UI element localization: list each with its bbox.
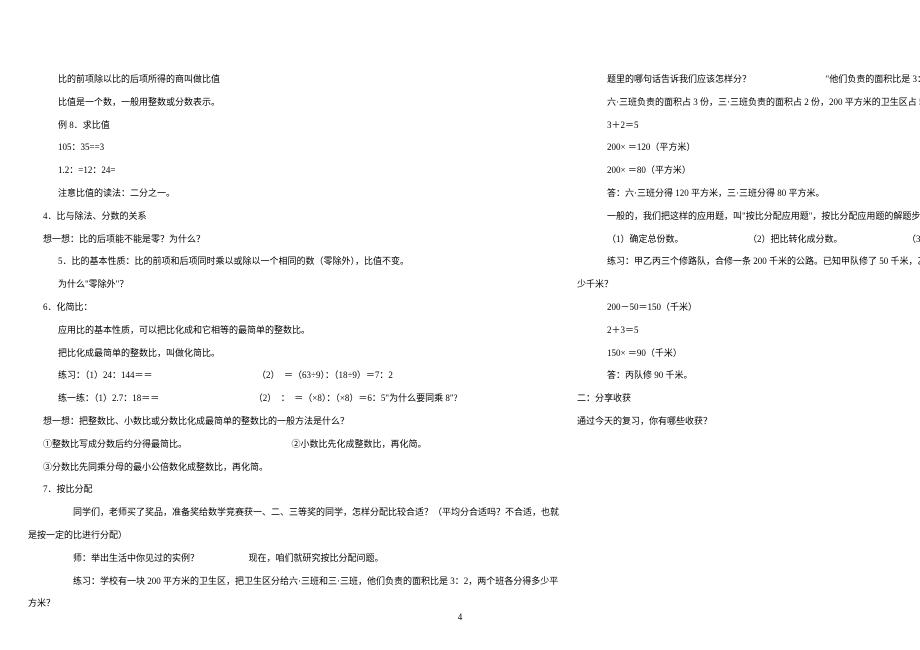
text-line: 一般的，我们把这样的应用题，叫"按比分配应用题"，按比分配应用题的解题步骤是什么… (577, 207, 920, 227)
text-line: 5．比的基本性质：比的前项和后项同时乘以或除以一个相同的数（零除外），比值不变。 (28, 252, 559, 272)
text-span: （3）求一个数的几分之几是多少。 (907, 234, 920, 244)
text-span: 现在，咱们就研究按比分配问题。 (249, 553, 384, 563)
text-line: 通过今天的复习，你有哪些收获？ (577, 412, 920, 432)
text-line: 150× ＝90（千米） (577, 344, 920, 364)
text-span: （2） ＝（63÷9）：（18÷9）＝7：2 (257, 370, 393, 380)
text-line: （1）确定总份数。 （2）把比转化成分数。 （3）求一个数的几分之几是多少。 (577, 230, 920, 250)
text-span: （2）把比转化成分数。 (748, 234, 843, 244)
text-line: 105：35==3 (28, 138, 559, 158)
text-line: 3＋2＝5 (577, 116, 920, 136)
text-line: 想一想：比的后项能不能是零？为什么？ (28, 230, 559, 250)
text-line: 同学们，老师买了奖品，准备奖给数学竞赛获一、二、三等奖的同学，怎样分配比较合适？… (28, 503, 559, 523)
text-line: ③分数比先同乘分母的最小公倍数化成整数比，再化简。 (28, 458, 559, 478)
text-line: 答：丙队修 90 千米。 (577, 366, 920, 386)
text-span: "他们负责的面积比是 3：2"，是什么意思？ (826, 74, 920, 84)
text-span: ②小数比先化成整数比，再化简。 (292, 439, 427, 449)
text-line: 应用比的基本性质，可以把比化成和它相等的最简单的整数比。 (28, 321, 559, 341)
text-line: 2＋3＝5 (577, 321, 920, 341)
text-line: 方米？ (28, 594, 559, 614)
text-line: 7．按比分配 (28, 480, 559, 500)
text-line: 想一想：把整数比、小数比或分数比化成最简单的整数比的一般方法是什么？ (28, 412, 559, 432)
text-line: 4．比与除法、分数的关系 (28, 207, 559, 227)
text-span: 师：举出生活中你见过的实例？ (73, 553, 199, 563)
text-line: 6．化简比： (28, 298, 559, 318)
text-line: 师：举出生活中你见过的实例？ 现在，咱们就研究按比分配问题。 (28, 549, 559, 569)
text-line: 例 8．求比值 (28, 116, 559, 136)
text-line: 少千米？ (577, 275, 920, 295)
text-line: 注意比值的读法：二分之一。 (28, 184, 559, 204)
text-span: （2） ： ＝（×8）：（×8）＝6：5"为什么要同乘 8"? (254, 393, 458, 403)
text-span: 练一练：（1）2.7：18＝＝ (58, 393, 159, 403)
text-line: 练习：学校有一块 200 平方米的卫生区，把卫生区分给六·三班和三·三班，他们负… (28, 572, 559, 592)
page-number: 4 (458, 612, 463, 622)
text-line: 是按一定的比进行分配） (28, 526, 559, 546)
text-line: 练一练：（1）2.7：18＝＝ （2） ： ＝（×8）：（×8）＝6：5"为什么… (28, 389, 559, 409)
text-line: 200× ＝120（平方米） (577, 138, 920, 158)
text-span: 练习：（1）24：144＝＝ (58, 370, 153, 380)
text-line: 比值是一个数，一般用整数或分数表示。 (28, 93, 559, 113)
text-line: 200× ＝80（平方米） (577, 161, 920, 181)
page-container: 比的前项除以比的后项所得的商叫做比值 比值是一个数，一般用整数或分数表示。 例 … (0, 0, 920, 637)
text-line: 把比化成最简单的整数比，叫做化简比。 (28, 344, 559, 364)
left-column: 比的前项除以比的后项所得的商叫做比值 比值是一个数，一般用整数或分数表示。 例 … (28, 70, 559, 617)
text-span: ①整数比写成分数后约分得最简比。 (43, 439, 187, 449)
text-line: 练习：甲乙丙三个修路队，合修一条 200 千米的公路。已知甲队修了 50 千米，… (577, 252, 920, 272)
text-line: ①整数比写成分数后约分得最简比。 ②小数比先化成整数比，再化简。 (28, 435, 559, 455)
text-line: 练习：（1）24：144＝＝ （2） ＝（63÷9）：（18÷9）＝7：2 (28, 366, 559, 386)
text-line: 为什么"零除外"？ (28, 275, 559, 295)
text-line: 六·三班负责的面积占 3 份，三·三班负责的面积占 2 份，200 平方米的卫生… (577, 93, 920, 113)
text-line: 二：分享收获 (577, 389, 920, 409)
text-span: 题里的哪句话告诉我们应该怎样分？ (607, 74, 751, 84)
text-line: 题里的哪句话告诉我们应该怎样分？ "他们负责的面积比是 3：2"，是什么意思？ (577, 70, 920, 90)
text-line: 200－50＝150（千米） (577, 298, 920, 318)
right-column: 题里的哪句话告诉我们应该怎样分？ "他们负责的面积比是 3：2"，是什么意思？ … (577, 70, 920, 617)
text-line: 1.2：=12：24= (28, 161, 559, 181)
text-line: 比的前项除以比的后项所得的商叫做比值 (28, 70, 559, 90)
text-line: 答：六·三班分得 120 平方米，三·三班分得 80 平方米。 (577, 184, 920, 204)
text-span: （1）确定总份数。 (607, 234, 684, 244)
